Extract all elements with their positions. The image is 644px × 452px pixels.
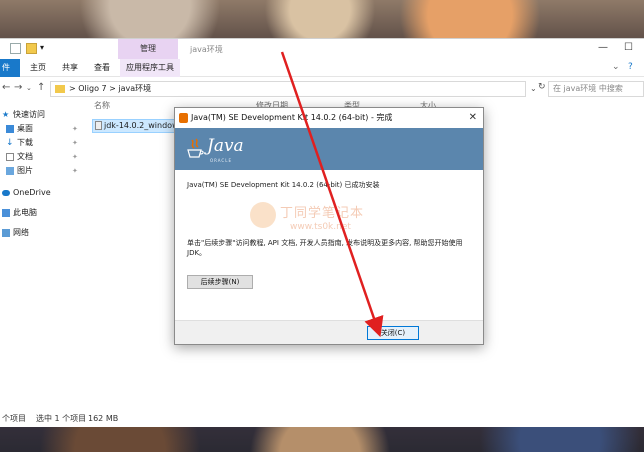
address-row: ← → ⌄ ↑ > Oligo 7 > java环境 ⌄ ↻ 在 java环境 … — [0, 78, 644, 100]
file-name: jdk-14.0.2_windows-x64_bin.exe — [104, 121, 175, 130]
tab-share[interactable]: 共享 — [56, 59, 84, 77]
tab-home[interactable]: 主页 — [24, 59, 52, 77]
address-dropdown-icon[interactable]: ⌄ — [530, 84, 537, 93]
sidebar-item-onedrive[interactable]: OneDrive — [2, 186, 51, 200]
shiba-dog-logo-icon — [250, 202, 276, 228]
pin-icon[interactable]: ✦ — [72, 125, 78, 133]
file-row-selected[interactable]: jdk-14.0.2_windows-x64_bin.exe — [92, 119, 176, 133]
breadcrumb-sep: > — [109, 84, 116, 93]
oracle-logo-text: ORACLE — [210, 158, 232, 163]
sidebar-item-pictures[interactable]: 图片 — [6, 164, 33, 178]
address-bar[interactable]: > Oligo 7 > java环境 — [50, 81, 526, 97]
navigation-pane: ★ 快速访问 桌面 ✦ ↓ 下载 ✦ 文档 ✦ 图片 ✦ OneDrive 此电脑 … — [0, 103, 84, 403]
sidebar-item-documents[interactable]: 文档 — [6, 150, 33, 164]
next-steps-message: 单击"后续步骤"访问教程, API 文档, 开发人员指南, 发布说明及更多内容,… — [187, 239, 463, 257]
sidebar-item-label: 快速访问 — [13, 110, 45, 119]
watermark-text: 丁同学笔记本 — [280, 206, 365, 221]
explorer-titlebar: ▾ 管理 java环境 — ☐ — [0, 39, 644, 59]
search-input[interactable]: 在 java环境 中搜索 — [548, 81, 644, 97]
sidebar-item-label: 网络 — [13, 228, 29, 237]
breadcrumb-sep: > — [69, 84, 76, 93]
pin-icon[interactable]: ✦ — [72, 153, 78, 161]
back-arrow-icon[interactable]: ← — [2, 82, 10, 93]
refresh-icon[interactable]: ↻ — [538, 82, 546, 92]
item-count: 个项目 — [2, 414, 26, 423]
tab-manage[interactable]: 管理 — [118, 39, 178, 59]
selection-size: 162 MB — [88, 414, 119, 423]
watermark: 丁同学笔记本 www.ts0k.net — [250, 200, 410, 240]
dialog-footer: 关闭(C) — [175, 320, 483, 344]
quick-access-properties-icon[interactable] — [10, 43, 21, 54]
cloud-icon — [2, 189, 10, 196]
new-folder-icon[interactable] — [26, 43, 37, 54]
java-banner: Java ORACLE — [175, 128, 483, 170]
sidebar-item-label: OneDrive — [13, 188, 51, 197]
customize-toolbar-icon[interactable]: ▾ — [40, 43, 48, 54]
sidebar-item-quick-access[interactable]: ★ 快速访问 — [2, 108, 45, 122]
sidebar-item-network[interactable]: 网络 — [2, 226, 29, 240]
breadcrumb-leaf[interactable]: java环境 — [118, 84, 151, 93]
pin-icon[interactable]: ✦ — [72, 167, 78, 175]
java-cup-icon — [179, 113, 188, 123]
network-icon — [2, 228, 10, 237]
minimize-icon[interactable]: — — [598, 42, 608, 53]
sidebar-item-label: 桌面 — [17, 124, 33, 133]
window-title: java环境 — [190, 45, 223, 54]
pictures-icon — [6, 166, 14, 175]
sidebar-item-label: 下载 — [17, 138, 33, 147]
dialog-titlebar: Java(TM) SE Development Kit 14.0.2 (64-b… — [175, 108, 483, 128]
installer-file-icon — [95, 121, 102, 130]
download-icon: ↓ — [6, 137, 14, 148]
column-name[interactable]: 名称 — [94, 99, 110, 113]
dialog-title: Java(TM) SE Development Kit 14.0.2 (64-b… — [191, 113, 393, 122]
up-arrow-icon[interactable]: ↑ — [37, 82, 45, 93]
help-icon[interactable]: ? — [628, 62, 633, 72]
folder-icon — [55, 84, 65, 93]
sidebar-item-label: 此电脑 — [13, 208, 37, 217]
document-icon — [6, 152, 14, 161]
tab-file[interactable]: 件 — [0, 59, 20, 77]
computer-icon — [2, 208, 10, 217]
close-icon[interactable]: ✕ — [469, 108, 477, 128]
java-logo-text: Java — [207, 136, 244, 156]
sidebar-item-this-pc[interactable]: 此电脑 — [2, 206, 37, 220]
sidebar-item-label: 文档 — [17, 152, 33, 161]
install-success-message: Java(TM) SE Development Kit 14.0.2 (64-b… — [187, 181, 380, 189]
sidebar-item-downloads[interactable]: ↓ 下载 — [6, 136, 33, 150]
close-button[interactable]: 关闭(C) — [367, 326, 419, 340]
desktop-icon — [6, 124, 14, 133]
ribbon-tabs: 件 主页 共享 查看 应用程序工具 ⌄ ? — [0, 59, 644, 77]
tab-view[interactable]: 查看 — [88, 59, 116, 77]
dialog-body: Java(TM) SE Development Kit 14.0.2 (64-b… — [175, 170, 483, 320]
pin-icon[interactable]: ✦ — [72, 139, 78, 147]
selection-count: 选中 1 个项目 — [36, 414, 87, 423]
status-bar: 个项目 选中 1 个项目 162 MB — [0, 411, 644, 427]
watermark-url: www.ts0k.net — [290, 222, 351, 232]
sidebar-item-label: 图片 — [17, 166, 33, 175]
java-logo-icon — [187, 138, 204, 158]
breadcrumb-root[interactable]: Oligo 7 — [78, 84, 106, 93]
chevron-down-icon[interactable]: ⌄ — [612, 62, 620, 72]
maximize-icon[interactable]: ☐ — [624, 42, 633, 53]
recent-locations-icon[interactable]: ⌄ — [26, 84, 32, 92]
forward-arrow-icon[interactable]: → — [14, 82, 22, 93]
tab-app-tools[interactable]: 应用程序工具 — [120, 59, 180, 77]
sidebar-item-desktop[interactable]: 桌面 — [6, 122, 33, 136]
star-icon: ★ — [2, 109, 10, 119]
next-steps-button[interactable]: 后续步骤(N) — [187, 275, 253, 289]
